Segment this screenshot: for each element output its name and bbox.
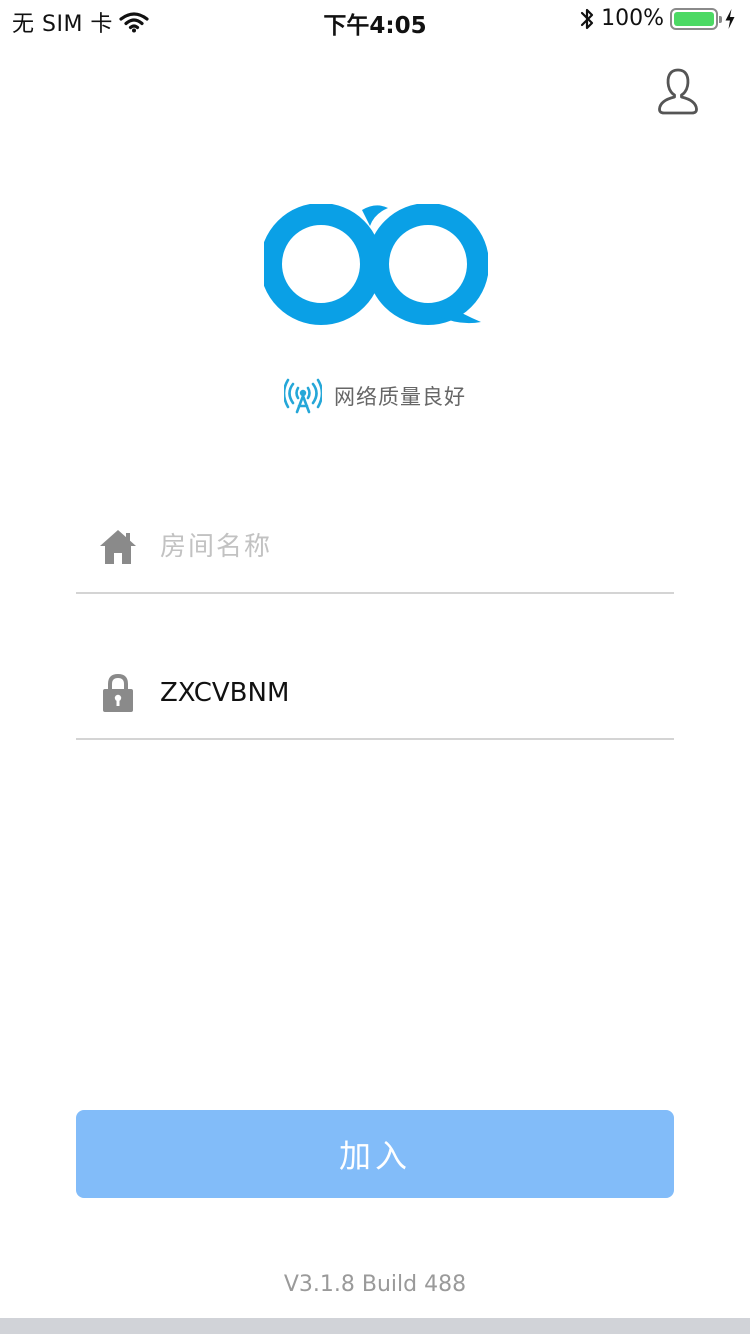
status-right: 100%: [579, 6, 736, 31]
network-status: 网络质量良好: [0, 378, 750, 414]
status-bar: 无 SIM 卡 下午4:05 100%: [0, 0, 750, 40]
bluetooth-icon: [580, 8, 594, 29]
password-field: [76, 648, 674, 740]
password-input[interactable]: [160, 663, 674, 723]
app-logo-icon: [264, 204, 488, 325]
battery-icon: [670, 7, 722, 30]
bottom-bar: [0, 1318, 750, 1334]
profile-button[interactable]: [656, 66, 700, 116]
user-icon: [658, 68, 698, 115]
battery-fill: [674, 11, 714, 26]
room-name-field: [76, 502, 674, 594]
join-button[interactable]: 加入: [76, 1110, 674, 1198]
battery-percent: 100%: [601, 6, 664, 31]
home-icon: [76, 529, 160, 565]
battery-cap: [719, 15, 722, 23]
lock-icon: [76, 673, 160, 713]
charging-bolt-icon: [725, 8, 735, 29]
signal-tower-icon: [284, 378, 322, 414]
room-name-input[interactable]: [160, 517, 674, 577]
version-label: V3.1.8 Build 488: [283, 1272, 467, 1297]
network-status-label: 网络质量良好: [334, 385, 466, 409]
